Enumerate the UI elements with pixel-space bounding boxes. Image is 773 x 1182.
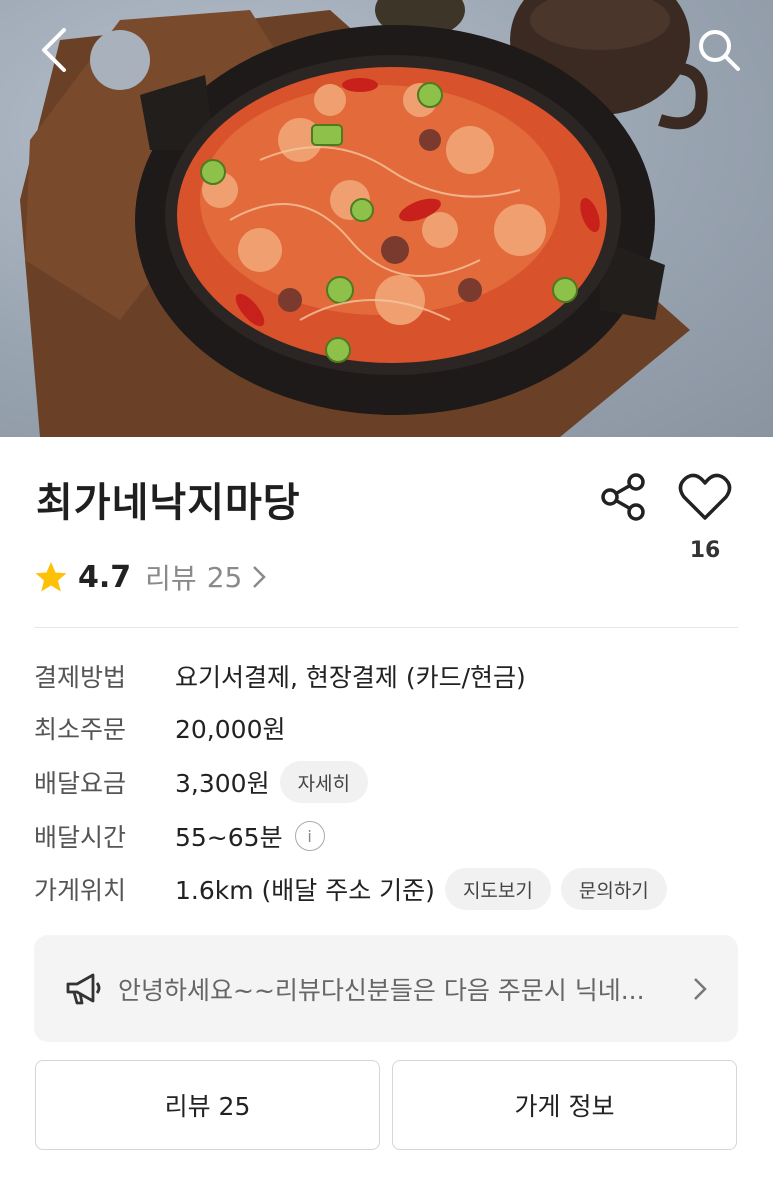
like-count: 16 xyxy=(689,538,721,563)
payment-label: 결제방법 xyxy=(34,663,127,692)
share-icon xyxy=(601,473,645,521)
rating-row: 4.7 리뷰 25 xyxy=(34,556,268,598)
info-icon[interactable]: i xyxy=(294,821,325,851)
food-photo xyxy=(20,0,708,437)
divider xyxy=(34,627,738,628)
min-order-row: 최소주문 20,000원 xyxy=(34,706,285,750)
delivery-time-row: 배달시간 55~65분 i xyxy=(34,814,325,858)
search-button[interactable] xyxy=(691,22,747,78)
tab-store-info[interactable]: 가게 정보 xyxy=(392,1060,737,1150)
inquiry-button[interactable]: 문의하기 xyxy=(560,868,667,910)
store-name: 최가네낙지마당 xyxy=(36,480,301,526)
share-button[interactable] xyxy=(596,470,650,524)
tab-reviews[interactable]: 리뷰 25 xyxy=(35,1060,380,1150)
location-row: 가게위치 1.6km (배달 주소 기준) 지도보기 문의하기 xyxy=(34,867,667,911)
location-value: 1.6km (배달 주소 기준) xyxy=(175,876,435,905)
notice-text: 안녕하세요~~리뷰다신분들은 다음 주문시 닉네... xyxy=(118,975,645,1005)
delivery-fee-value: 3,300원 xyxy=(175,769,270,798)
notice-banner[interactable]: 안녕하세요~~리뷰다신분들은 다음 주문시 닉네... xyxy=(34,935,738,1042)
like-button[interactable] xyxy=(676,468,734,526)
rating-score: 4.7 xyxy=(78,559,132,595)
chevron-right-icon xyxy=(690,969,710,1009)
delivery-time-value: 55~65분 xyxy=(175,823,283,852)
delivery-time-label: 배달시간 xyxy=(34,823,127,852)
payment-value: 요기서결제, 현장결제 (카드/현금) xyxy=(175,663,526,692)
review-count: 25 xyxy=(206,560,243,594)
chevron-left-icon xyxy=(42,28,66,72)
back-button[interactable] xyxy=(26,22,82,78)
search-icon xyxy=(699,30,740,71)
megaphone-icon xyxy=(64,969,104,1009)
store-hero-image xyxy=(0,0,773,437)
min-order-label: 최소주문 xyxy=(34,715,127,744)
review-label: 리뷰 xyxy=(145,562,197,595)
min-order-value: 20,000원 xyxy=(175,715,286,744)
location-label: 가게위치 xyxy=(34,876,127,905)
chevron-right-icon xyxy=(253,566,267,588)
delivery-fee-label: 배달요금 xyxy=(34,769,127,798)
delivery-fee-detail-button[interactable]: 자세히 xyxy=(279,761,369,803)
payment-row: 결제방법 요기서결제, 현장결제 (카드/현금) xyxy=(34,654,526,698)
review-count-link[interactable]: 리뷰 25 xyxy=(145,557,268,597)
star-icon xyxy=(35,562,67,592)
heart-icon xyxy=(678,473,732,520)
map-view-button[interactable]: 지도보기 xyxy=(444,868,551,910)
delivery-fee-row: 배달요금 3,300원 자세히 xyxy=(34,760,369,804)
